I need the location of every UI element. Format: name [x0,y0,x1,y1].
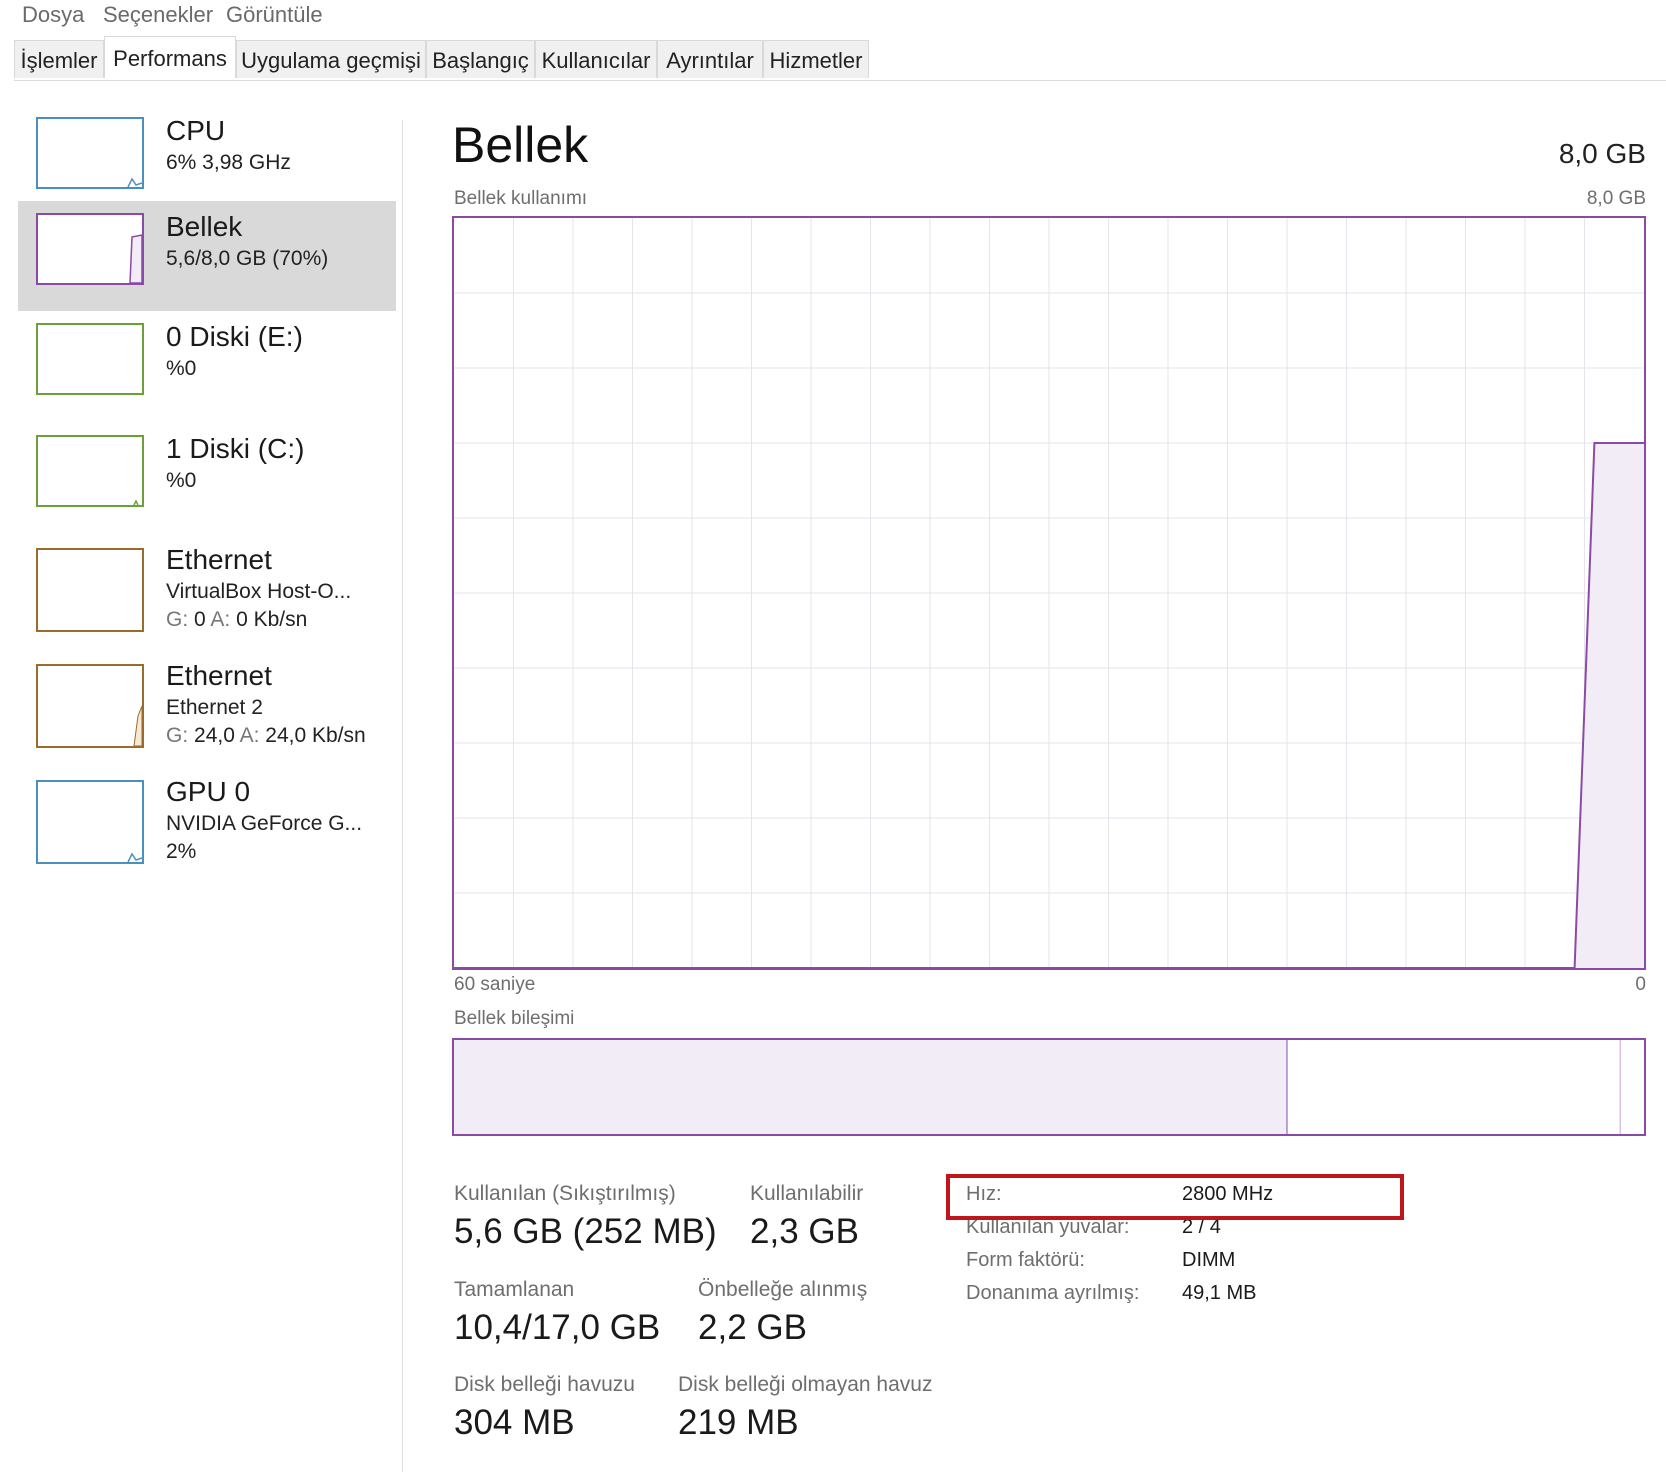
tab-app-history[interactable]: Uygulama geçmişi [236,40,426,78]
available-value: 2,3 GB [750,1212,859,1251]
sidebar-item-title: 0 Diski (E:) [166,321,303,352]
cached-value: 2,2 GB [698,1308,807,1347]
sidebar-item-ethernet-2[interactable]: Ethernet Ethernet 2 G: 24,0 A: 24,0 Kb/s… [18,650,396,768]
sidebar-item-throughput: G: 24,0 A: 24,0 Kb/sn [166,724,366,747]
tab-processes[interactable]: İşlemler [14,40,104,78]
usage-chart-label: Bellek kullanımı [454,188,588,209]
composition-label: Bellek bileşimi [454,1008,575,1029]
sidebar-item-title: Bellek [166,211,243,242]
sidebar-item-disk-e[interactable]: 0 Diski (E:) %0 [18,311,396,421]
nonpaged-pool-label: Disk belleği olmayan havuz [678,1373,933,1396]
sidebar-item-subtitle: VirtualBox Host-O... [166,580,352,603]
tab-services[interactable]: Hizmetler [763,40,869,78]
memory-usage-chart [452,216,1646,970]
usage-chart-x-left-label: 60 saniye [454,974,536,995]
form-factor-value: DIMM [1182,1249,1236,1271]
disk-c-thumbnail-graph [36,435,144,507]
sidebar-item-ethernet-virtualbox[interactable]: Ethernet VirtualBox Host-O... G: 0 A: 0 … [18,534,396,652]
sidebar-item-disk-c[interactable]: 1 Diski (C:) %0 [18,423,396,533]
speed-highlight-annotation [946,1174,1404,1220]
sidebar-item-title: Ethernet [166,544,272,575]
nonpaged-pool-value: 219 MB [678,1403,799,1442]
sidebar-item-title: 1 Diski (C:) [166,433,305,464]
usage-chart-x-right-label: 0 [1635,974,1646,995]
sidebar-item-memory[interactable]: Bellek 5,6/8,0 GB (70%) [18,201,396,311]
sidebar-item-title: Ethernet [166,660,272,691]
hardware-reserved-value: 49,1 MB [1182,1282,1257,1304]
sidebar-divider[interactable] [402,120,403,1472]
resource-sidebar: CPU 6% 3,98 GHz Bellek 5,6/8,0 GB (70%) … [0,100,400,1472]
memory-total: 8,0 GB [1558,138,1646,169]
menu-file[interactable]: Dosya [22,2,84,28]
memory-composition-bar [452,1038,1646,1136]
disk-c-sparkline-icon [133,499,139,505]
disk-e-thumbnail-graph [36,323,144,395]
ethernet-thumbnail-graph [36,548,144,632]
menu-bar: Dosya Seçenekler Görüntüle [0,0,1666,30]
tab-bar: İşlemler Performans Uygulama geçmişi Baş… [14,36,1666,81]
form-factor-label: Form faktörü: [966,1249,1085,1271]
sidebar-item-cpu[interactable]: CPU 6% 3,98 GHz [18,105,396,215]
gpu-sparkline-icon [127,852,142,862]
page-title: Bellek [452,117,589,173]
sidebar-item-subtitle: %0 [166,357,197,380]
menu-view[interactable]: Görüntüle [226,2,323,28]
cached-label: Önbelleğe alınmış [698,1278,868,1301]
memory-thumbnail-graph [36,213,144,285]
tab-details[interactable]: Ayrıntılar [657,40,763,78]
sidebar-item-subtitle: NVIDIA GeForce G... [166,812,363,835]
tab-users[interactable]: Kullanıcılar [535,40,657,78]
paged-pool-label: Disk belleği havuzu [454,1373,635,1396]
hardware-reserved-label: Donanıma ayrılmış: [966,1282,1140,1304]
tab-performance[interactable]: Performans [104,36,236,78]
committed-value: 10,4/17,0 GB [454,1308,661,1347]
menu-options[interactable]: Seçenekler [103,2,213,28]
available-label: Kullanılabilir [750,1182,864,1205]
committed-label: Tamamlanan [454,1278,575,1301]
cpu-thumbnail-graph [36,117,144,189]
ethernet-2-sparkline-icon [133,705,142,746]
ethernet-2-thumbnail-graph [36,664,144,748]
sidebar-item-subtitle: 5,6/8,0 GB (70%) [166,247,329,270]
sidebar-item-title: CPU [166,115,226,146]
sidebar-item-throughput: G: 0 A: 0 Kb/sn [166,608,308,631]
sidebar-item-title: GPU 0 [166,776,251,807]
sidebar-item-usage: 2% [166,840,197,863]
paged-pool-value: 304 MB [454,1403,575,1442]
composition-in-use-segment [454,1040,1287,1134]
sidebar-item-subtitle: Ethernet 2 [166,696,263,719]
usage-chart-max-label: 8,0 GB [1586,188,1646,209]
in-use-value: 5,6 GB (252 MB) [454,1212,717,1251]
tab-startup[interactable]: Başlangıç [426,40,535,78]
memory-sparkline-icon [129,234,142,283]
sidebar-item-gpu[interactable]: GPU 0 NVIDIA GeForce G... 2% [18,766,396,884]
cpu-sparkline-icon [127,177,142,187]
in-use-label: Kullanılan (Sıkıştırılmış) [454,1182,676,1205]
sidebar-item-subtitle: 6% 3,98 GHz [166,151,291,174]
gpu-thumbnail-graph [36,780,144,864]
sidebar-item-subtitle: %0 [166,469,197,492]
